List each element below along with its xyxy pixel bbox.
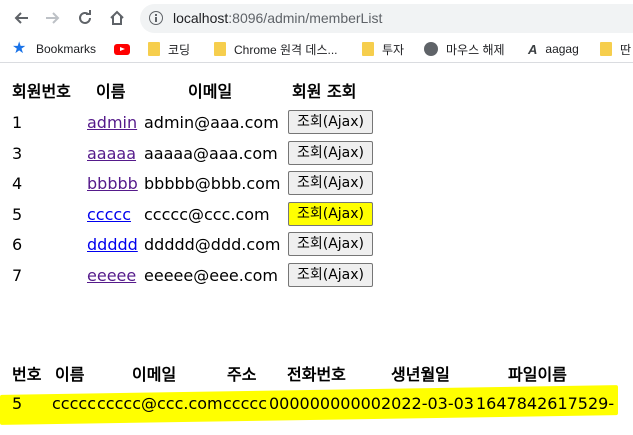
globe-icon [424,42,438,56]
member-id: 4 [12,174,23,193]
lookup-ajax-button[interactable]: 조회(Ajax) [288,171,373,195]
lookup-ajax-button[interactable]: 조회(Ajax) [288,202,373,226]
detail-cell-address: ccccc [223,394,267,413]
detail-header-address: 주소 [227,365,257,384]
bookmark-aagag[interactable]: A aagag [528,40,579,58]
member-id: 5 [12,205,23,224]
member-name-link[interactable]: ddddd [87,235,138,255]
header-member-id: 회원번호 [12,82,71,101]
member-name-link[interactable]: aaaaa [87,144,136,164]
home-button[interactable] [105,6,129,30]
back-button[interactable] [9,6,33,30]
arrow-right-icon [46,12,60,24]
url-text: localhost:8096/admin/memberList [173,10,383,26]
lookup-ajax-button[interactable]: 조회(Ajax) [288,232,373,256]
reload-button[interactable] [73,6,97,30]
info-icon[interactable] [149,11,163,25]
detail-header-filename: 파일이름 [508,365,567,384]
bookmark-invest[interactable]: 투자 [362,40,404,58]
forward-button[interactable] [41,6,65,30]
detail-cell-no: 5 [12,394,23,413]
bookmark-coding[interactable]: 코딩 [148,40,190,58]
bookmarks-bar: ★ Bookmarks 코딩 Chrome 원격 데스... 투자 마우스 해제… [0,36,633,63]
aa-icon: A [528,41,538,57]
header-name: 이름 [96,82,126,101]
detail-cell-filename: 1647842617529- [476,394,615,413]
detail-cell-birthdate: 2022-03-03 [381,394,474,413]
folder-icon [214,42,226,56]
member-email: ddddd@ddd.com [144,235,281,254]
member-id: 6 [12,235,23,254]
detail-cell-email: ccccc@ccc.com [97,394,223,413]
browser-toolbar: localhost:8096/admin/memberList [0,0,633,36]
bookmark-bookmarks[interactable]: ★ Bookmarks [12,40,96,58]
detail-header-phone: 전화번호 [287,365,346,384]
detail-header-name: 이름 [55,365,85,384]
member-email: admin@aaa.com [144,113,279,132]
member-name-link[interactable]: bbbbb [87,174,138,194]
member-name-link[interactable]: eeeee [87,266,136,286]
bookmark-mouse-release[interactable]: 마우스 해제 [424,40,505,58]
detail-header-birthdate: 생년월일 [391,365,450,384]
youtube-icon [114,43,130,55]
detail-header-email: 이메일 [132,365,177,384]
header-email: 이메일 [188,82,233,101]
detail-cell-phone: 00000000000 [269,394,381,413]
member-email: bbbbb@bbb.com [144,174,281,193]
folder-icon [600,42,612,56]
member-name-link[interactable]: admin [87,113,137,133]
detail-header-no: 번호 [12,365,42,384]
lookup-ajax-button[interactable]: 조회(Ajax) [288,141,373,165]
page-content: 회원번호 이름 이메일 회원 조회 1 admin admin@aaa.com … [0,63,633,435]
address-bar[interactable]: localhost:8096/admin/memberList [140,4,633,33]
header-member-lookup: 회원 조회 [292,82,357,101]
member-email: aaaaa@aaa.com [144,144,278,163]
home-icon [110,10,124,25]
bookmark-chrome-remote[interactable]: Chrome 원격 데스... [214,40,338,58]
member-email: eeeee@eee.com [144,266,279,285]
detail-cell-name: ccccc [52,394,96,413]
star-icon: ★ [12,40,27,57]
bookmark-other[interactable]: 딴 [600,40,631,58]
bookmark-youtube[interactable] [114,40,138,58]
member-name-link[interactable]: ccccc [87,205,131,225]
folder-icon [362,42,374,56]
member-id: 7 [12,266,23,285]
member-email: ccccc@ccc.com [144,205,270,224]
member-id: 3 [12,144,23,163]
arrow-left-icon [14,12,28,24]
lookup-ajax-button[interactable]: 조회(Ajax) [288,110,373,134]
member-id: 1 [12,113,23,132]
lookup-ajax-button[interactable]: 조회(Ajax) [288,263,373,287]
reload-icon [79,10,91,24]
folder-icon [148,42,160,56]
